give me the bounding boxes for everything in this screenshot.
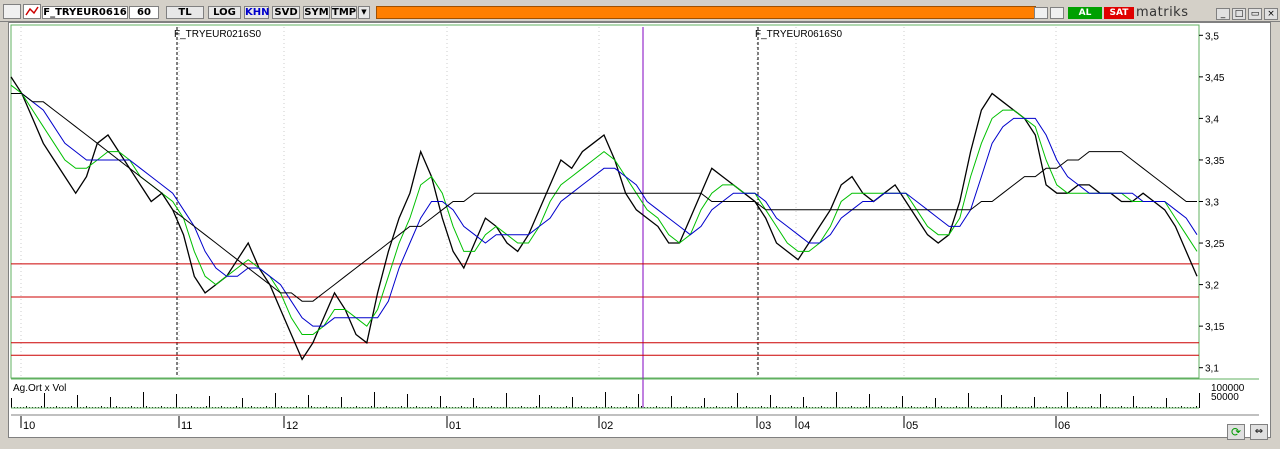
volume-bar — [341, 397, 342, 408]
restore-button[interactable]: ▭ — [1248, 8, 1262, 20]
volume-bar — [770, 395, 771, 408]
volume-bar — [242, 398, 243, 408]
volume-bar — [836, 392, 837, 408]
volume-bar — [1067, 392, 1068, 408]
volume-tick-label: 50000 — [1211, 392, 1239, 403]
volume-bar — [737, 393, 738, 408]
x-tick-label: 11 — [181, 420, 192, 432]
volume-bar — [407, 394, 408, 408]
y-tick-label: 3,5 — [1205, 31, 1219, 42]
symbol-field[interactable]: F_TRYEUR0616 — [42, 6, 128, 19]
y-tick-label: 3,3 — [1205, 198, 1219, 209]
volume-bar — [1034, 397, 1035, 408]
volume-bar — [803, 397, 804, 408]
volume-bar — [1166, 398, 1167, 408]
volume-bar — [440, 396, 441, 408]
contract-label: F_TRYEUR0216S0 — [174, 29, 262, 40]
log-button[interactable]: LOG — [208, 6, 241, 19]
price-chart[interactable]: 3,5 3,45 3,4 3,35 3,3 3,25 3,2 3,15 3,1 10 11 12 01 0… — [9, 23, 1272, 439]
toolbar: F_TRYEUR0616 60 TL LOG KHN SVD SYM TMP ▼… — [0, 0, 1280, 22]
volume-bar — [1199, 393, 1200, 408]
volume-bar — [572, 397, 573, 408]
ma-mid-line — [11, 93, 1198, 327]
volume-bar — [209, 396, 210, 408]
y-tick-label: 3,15 — [1205, 322, 1225, 333]
volume-bar — [968, 393, 969, 408]
volume-bar — [902, 396, 903, 408]
volume-bar — [638, 394, 639, 408]
minimize-button[interactable]: _ — [1216, 8, 1230, 20]
x-tick-label: 01 — [449, 420, 461, 432]
volume-bar — [869, 394, 870, 408]
sym-button[interactable]: SYM — [303, 6, 330, 19]
period-field[interactable]: 60 — [129, 6, 159, 19]
y-tick-label: 3,45 — [1205, 73, 1225, 84]
x-tick-label: 02 — [601, 420, 613, 432]
brand-logo: matriks — [1136, 5, 1189, 20]
volume-bar — [539, 395, 540, 408]
currency-button[interactable]: TL — [166, 6, 204, 19]
close-button[interactable]: × — [1264, 8, 1278, 20]
volume-bar — [473, 398, 474, 408]
volume-bar — [1001, 395, 1002, 408]
y-tick-label: 3,35 — [1205, 156, 1225, 167]
ma-slow-line — [11, 93, 1197, 302]
symbol-flag-icon[interactable] — [23, 4, 41, 19]
y-tick-label: 3,1 — [1205, 364, 1219, 375]
buy-button[interactable]: AL — [1068, 7, 1102, 19]
x-tick-label: 06 — [1058, 420, 1070, 432]
volume-bar — [935, 398, 936, 408]
volume-bar — [143, 392, 144, 408]
print-icon[interactable] — [1034, 7, 1048, 19]
chart-type-icon[interactable] — [3, 4, 21, 19]
y-tick-label: 3,4 — [1205, 114, 1219, 125]
volume-bar — [176, 394, 177, 408]
volume-bar — [506, 393, 507, 408]
volume-bar — [704, 398, 705, 408]
svd-button[interactable]: SVD — [272, 6, 300, 19]
plot-border — [10, 24, 1200, 379]
y-tick-label: 3,2 — [1205, 281, 1219, 292]
volume-bar — [1100, 394, 1101, 408]
volume-bar — [110, 397, 111, 408]
contract-label: F_TRYEUR0616S0 — [755, 29, 843, 40]
khn-button[interactable]: KHN — [244, 6, 270, 19]
y-tick-label: 3,25 — [1205, 239, 1225, 250]
volume-bar — [1133, 396, 1134, 408]
volume-bar — [77, 395, 78, 408]
volume-bar — [308, 395, 309, 408]
x-tick-label: 10 — [23, 420, 35, 432]
volume-panel-label: Ag.Ort x Vol — [13, 383, 66, 394]
volume-bar — [275, 393, 276, 408]
volume-bar — [44, 393, 45, 408]
save-icon[interactable] — [1050, 7, 1064, 19]
sell-button[interactable]: SAT — [1104, 7, 1134, 19]
volume-bar — [671, 396, 672, 408]
maximize-button[interactable]: □ — [1232, 8, 1246, 20]
volume-bar — [605, 392, 606, 408]
tmp-button[interactable]: TMP — [331, 6, 357, 19]
zoom-icon[interactable]: ⇔ — [1250, 424, 1268, 440]
refresh-icon[interactable]: ⟳ — [1227, 424, 1245, 440]
x-tick-label: 04 — [798, 420, 810, 432]
x-tick-label: 03 — [759, 420, 771, 432]
x-tick-label: 05 — [906, 420, 918, 432]
title-bar-strip[interactable] — [376, 6, 1036, 19]
volume-bar — [11, 398, 12, 408]
chart-area[interactable]: 3,5 3,45 3,4 3,35 3,3 3,25 3,2 3,15 3,1 10 11 12 01 0… — [8, 22, 1271, 438]
x-tick-label: 12 — [286, 420, 298, 432]
volume-bar — [374, 392, 375, 408]
dropdown-arrow-icon[interactable]: ▼ — [358, 6, 370, 19]
